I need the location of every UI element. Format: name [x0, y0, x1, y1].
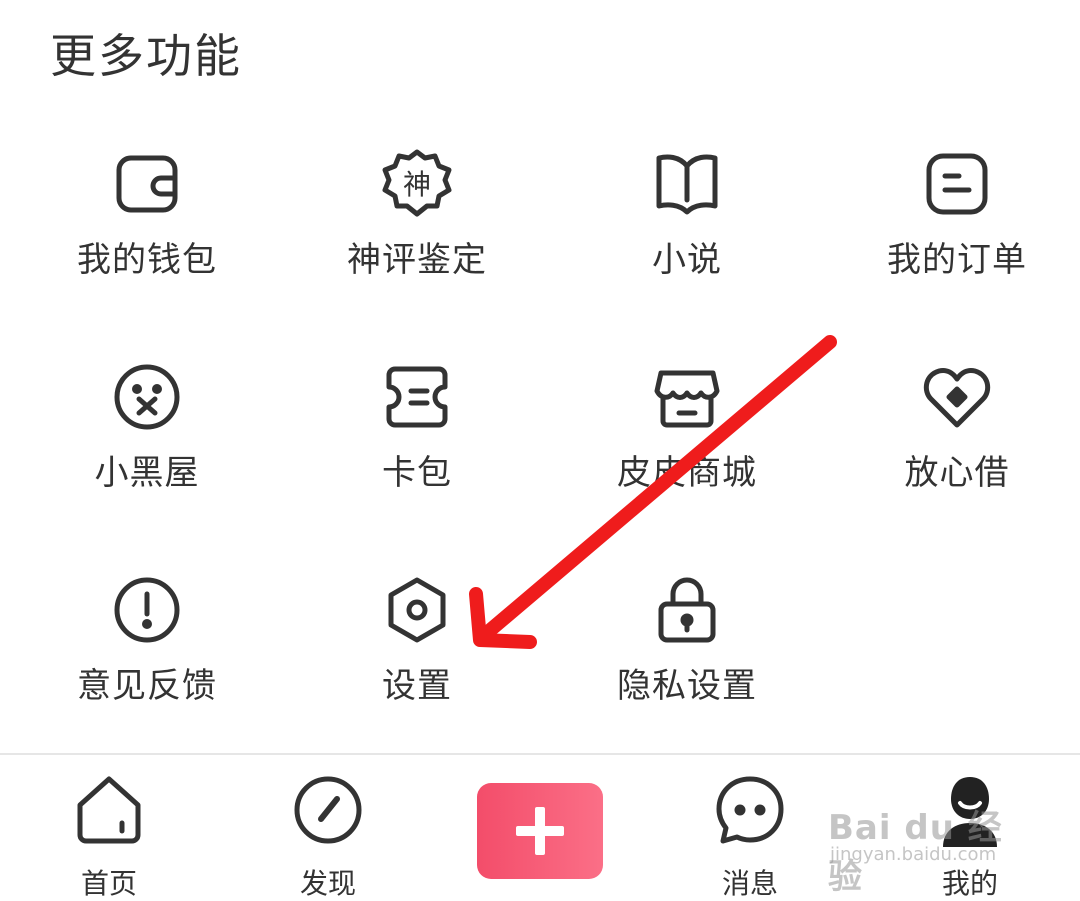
ticket-icon: [381, 361, 453, 433]
feature-label: 小说: [652, 240, 722, 280]
feature-row: 小黑屋 卡包 皮皮商城 放心借: [12, 353, 1080, 566]
tab-label: 我的: [941, 867, 998, 900]
feature-label: 放心借: [904, 453, 1010, 493]
chat-bubble-icon: [713, 773, 787, 847]
avatar-icon: [933, 773, 1007, 847]
feature-label: 皮皮商城: [617, 453, 757, 493]
feature-item-cardpack[interactable]: 卡包: [282, 353, 552, 566]
tab-profile[interactable]: 我的: [895, 755, 1045, 900]
tab-messages[interactable]: 消息: [675, 755, 825, 900]
feature-label: 卡包: [382, 453, 452, 493]
lock-icon: [651, 574, 723, 646]
tab-label: 首页: [80, 867, 137, 900]
muted-face-icon: [111, 361, 183, 433]
tab-label: 消息: [721, 867, 778, 900]
home-icon: [72, 773, 146, 847]
feature-label: 意见反馈: [77, 666, 217, 706]
feature-item-blackroom[interactable]: 小黑屋: [12, 353, 282, 566]
feature-grid: 我的钱包 神 神评鉴定 小说 我的订单 小黑屋 卡包 皮皮商城 放心借 意见反馈…: [12, 140, 1080, 779]
publish-plus-button[interactable]: [477, 783, 603, 879]
feature-item-store[interactable]: 皮皮商城: [552, 353, 822, 566]
feature-row: 意见反馈 设置 隐私设置: [12, 566, 1080, 779]
feature-label: 隐私设置: [617, 666, 757, 706]
feature-label: 我的钱包: [77, 240, 217, 280]
compass-icon: [291, 773, 365, 847]
feature-item-privacy[interactable]: 隐私设置: [552, 566, 822, 779]
feature-item-shenping[interactable]: 神 神评鉴定: [282, 140, 552, 353]
settings-hexagon-icon: [381, 574, 453, 646]
section-title: 更多功能: [50, 29, 242, 83]
shen-badge-icon: 神: [381, 148, 453, 220]
feature-label: 神评鉴定: [347, 240, 487, 280]
feature-item-orders[interactable]: 我的订单: [822, 140, 1080, 353]
shen-badge-text: 神: [403, 168, 431, 201]
tab-home[interactable]: 首页: [34, 755, 184, 900]
feature-label: 小黑屋: [94, 453, 200, 493]
feature-item-settings[interactable]: 设置: [282, 566, 552, 779]
book-icon: [651, 148, 723, 220]
feature-label: 我的订单: [887, 240, 1027, 280]
wallet-icon: [111, 148, 183, 220]
feature-label: 设置: [382, 666, 452, 706]
feature-item-novel[interactable]: 小说: [552, 140, 822, 353]
feedback-alert-icon: [111, 574, 183, 646]
feature-item-loan[interactable]: 放心借: [822, 353, 1080, 566]
tab-label: 发现: [299, 867, 356, 900]
feature-item-wallet[interactable]: 我的钱包: [12, 140, 282, 353]
heart-coin-icon: [921, 361, 993, 433]
plus-icon-vertical: [535, 807, 545, 855]
bottom-tab-bar: 首页 发现 消息 我的: [0, 755, 1080, 900]
feature-row: 我的钱包 神 神评鉴定 小说 我的订单: [12, 140, 1080, 353]
order-icon: [921, 148, 993, 220]
store-icon: [651, 361, 723, 433]
tab-discover[interactable]: 发现: [253, 755, 403, 900]
feature-item-feedback[interactable]: 意见反馈: [12, 566, 282, 779]
